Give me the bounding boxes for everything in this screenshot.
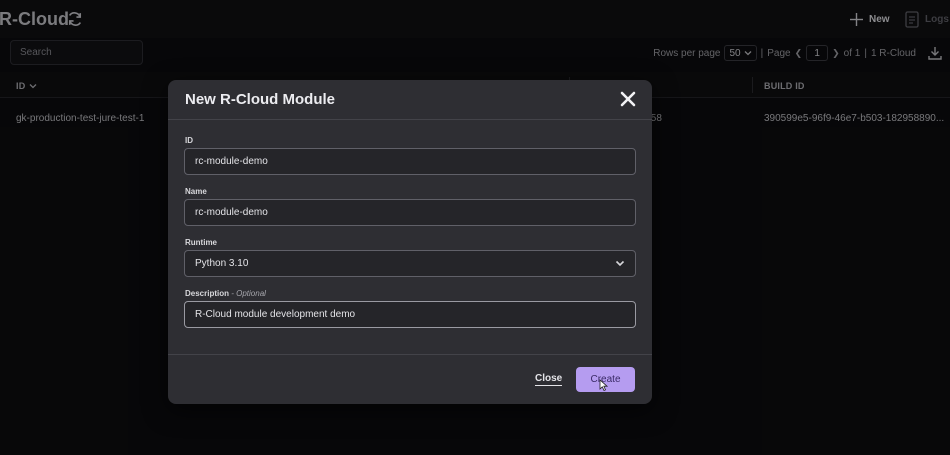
id-field-label: ID bbox=[185, 136, 193, 145]
runtime-select-value: Python 3.10 bbox=[195, 258, 249, 269]
new-module-dialog: New R-Cloud Module ID Name Runtime Pytho… bbox=[168, 80, 652, 404]
optional-hint: - Optional bbox=[231, 289, 266, 298]
dialog-header: New R-Cloud Module bbox=[168, 80, 652, 120]
chevron-down-icon bbox=[615, 260, 625, 267]
cursor-icon bbox=[599, 379, 608, 391]
id-field[interactable] bbox=[184, 148, 636, 175]
name-field[interactable] bbox=[184, 199, 636, 226]
close-icon[interactable] bbox=[619, 90, 637, 108]
runtime-select[interactable]: Python 3.10 bbox=[184, 250, 636, 277]
runtime-field-label: Runtime bbox=[185, 238, 217, 247]
name-field-label: Name bbox=[185, 187, 207, 196]
description-label-text: Description bbox=[185, 289, 230, 298]
dialog-title: New R-Cloud Module bbox=[185, 91, 335, 108]
close-button[interactable]: Close bbox=[535, 373, 563, 386]
dialog-footer-divider bbox=[168, 354, 652, 355]
description-field-label: Description - Optional bbox=[185, 289, 266, 298]
description-field[interactable] bbox=[184, 301, 636, 328]
